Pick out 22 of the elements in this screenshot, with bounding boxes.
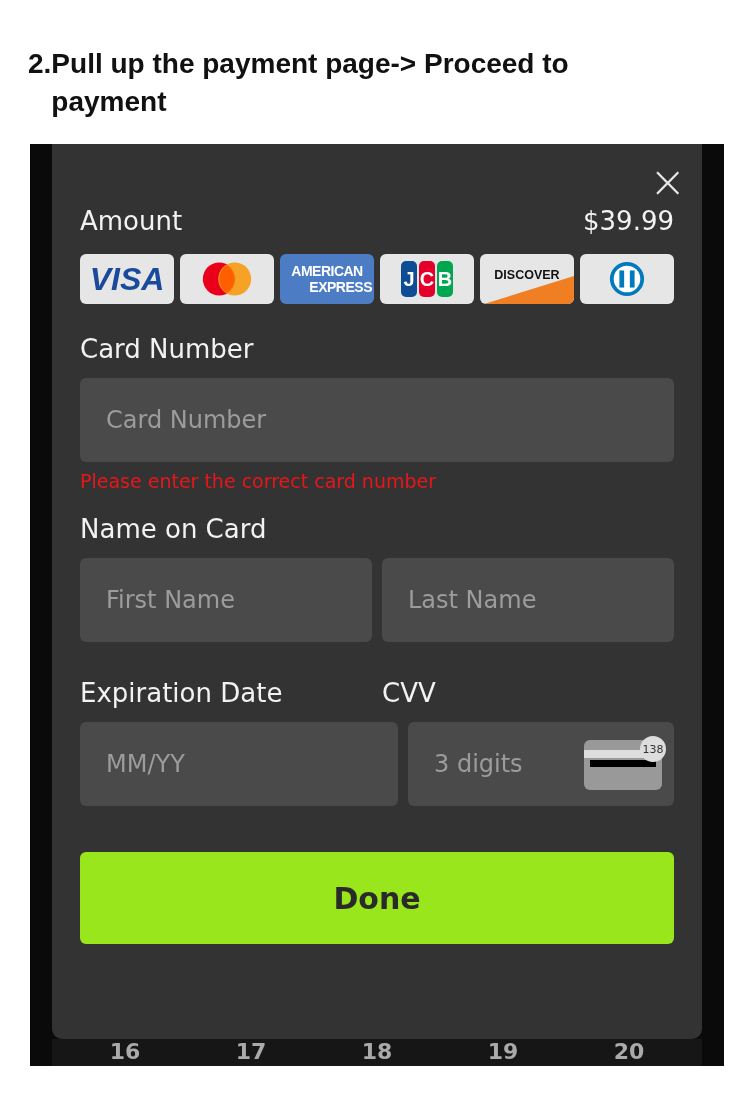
field-label: CVV xyxy=(382,678,437,708)
amount-label: Amount xyxy=(80,206,183,236)
date-number: 19 xyxy=(487,1039,519,1064)
input-field[interactable]: MM/YY xyxy=(80,722,398,806)
step-title: Pull up the payment page-> Proceed to payment xyxy=(51,47,570,119)
field-label: Expiration Date xyxy=(80,678,284,708)
date-number: 17 xyxy=(235,1039,267,1064)
input-field[interactable]: First Name xyxy=(80,558,372,642)
step-number: 2. xyxy=(28,47,52,81)
amount-value: $39.99 xyxy=(583,206,674,236)
field-label: Card Number xyxy=(80,334,255,364)
card-logo: AMERICAN EXPRESS xyxy=(280,254,374,304)
date-number: 20 xyxy=(613,1039,645,1064)
card-logo: VISA xyxy=(80,254,174,304)
done-button[interactable]: Done xyxy=(80,852,674,944)
input-field[interactable]: Last Name xyxy=(382,558,674,642)
error-message: Please enter the correct card number xyxy=(80,470,438,492)
date-number: 16 xyxy=(109,1039,141,1064)
date-number: 18 xyxy=(361,1039,393,1064)
field-label: Name on Card xyxy=(80,514,268,544)
input-field[interactable]: Card Number xyxy=(80,378,674,462)
close-button[interactable]: × xyxy=(649,162,686,202)
